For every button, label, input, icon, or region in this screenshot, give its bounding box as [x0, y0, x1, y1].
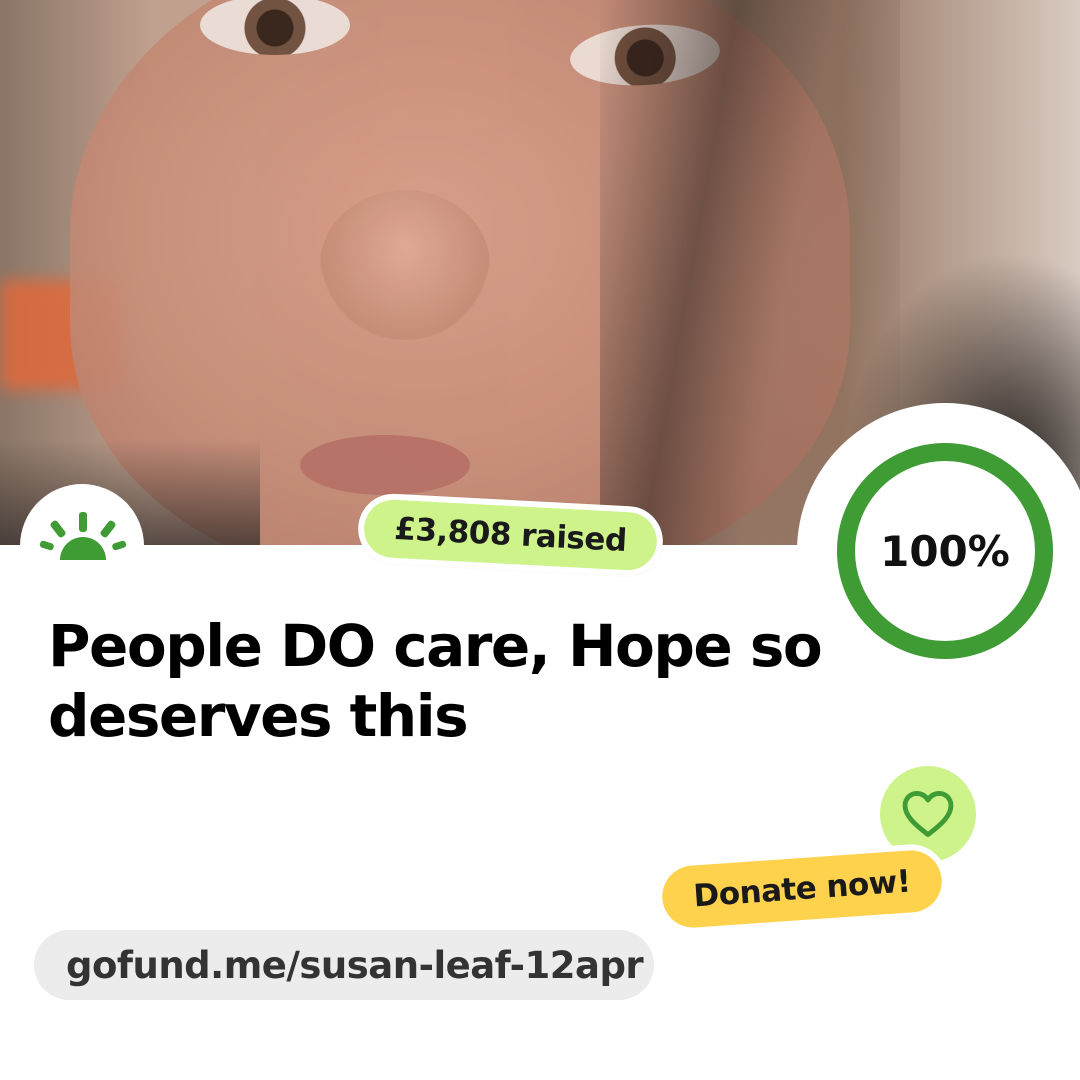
nose: [320, 190, 490, 340]
progress-ring: 100%: [797, 403, 1080, 699]
amount-raised-label: £3,808 raised: [362, 498, 659, 572]
donate-now-label: Donate now!: [660, 848, 944, 930]
amount-raised-badge: £3,808 raised: [356, 492, 665, 578]
logo-badge: [20, 484, 144, 608]
mouth: [300, 435, 470, 495]
progress-percent: 100%: [880, 526, 1010, 576]
heart-icon: [902, 791, 954, 837]
campaign-link[interactable]: gofund.me/susan-leaf-12apr: [34, 930, 654, 1000]
campaign-title: People DO care, Hope so deserves this: [48, 612, 823, 750]
gofundme-sunrise-logo-icon: [39, 512, 127, 560]
left-eye: [200, 0, 350, 55]
campaign-url: gofund.me/susan-leaf-12apr: [66, 943, 644, 987]
donate-now-button[interactable]: Donate now!: [653, 841, 951, 937]
